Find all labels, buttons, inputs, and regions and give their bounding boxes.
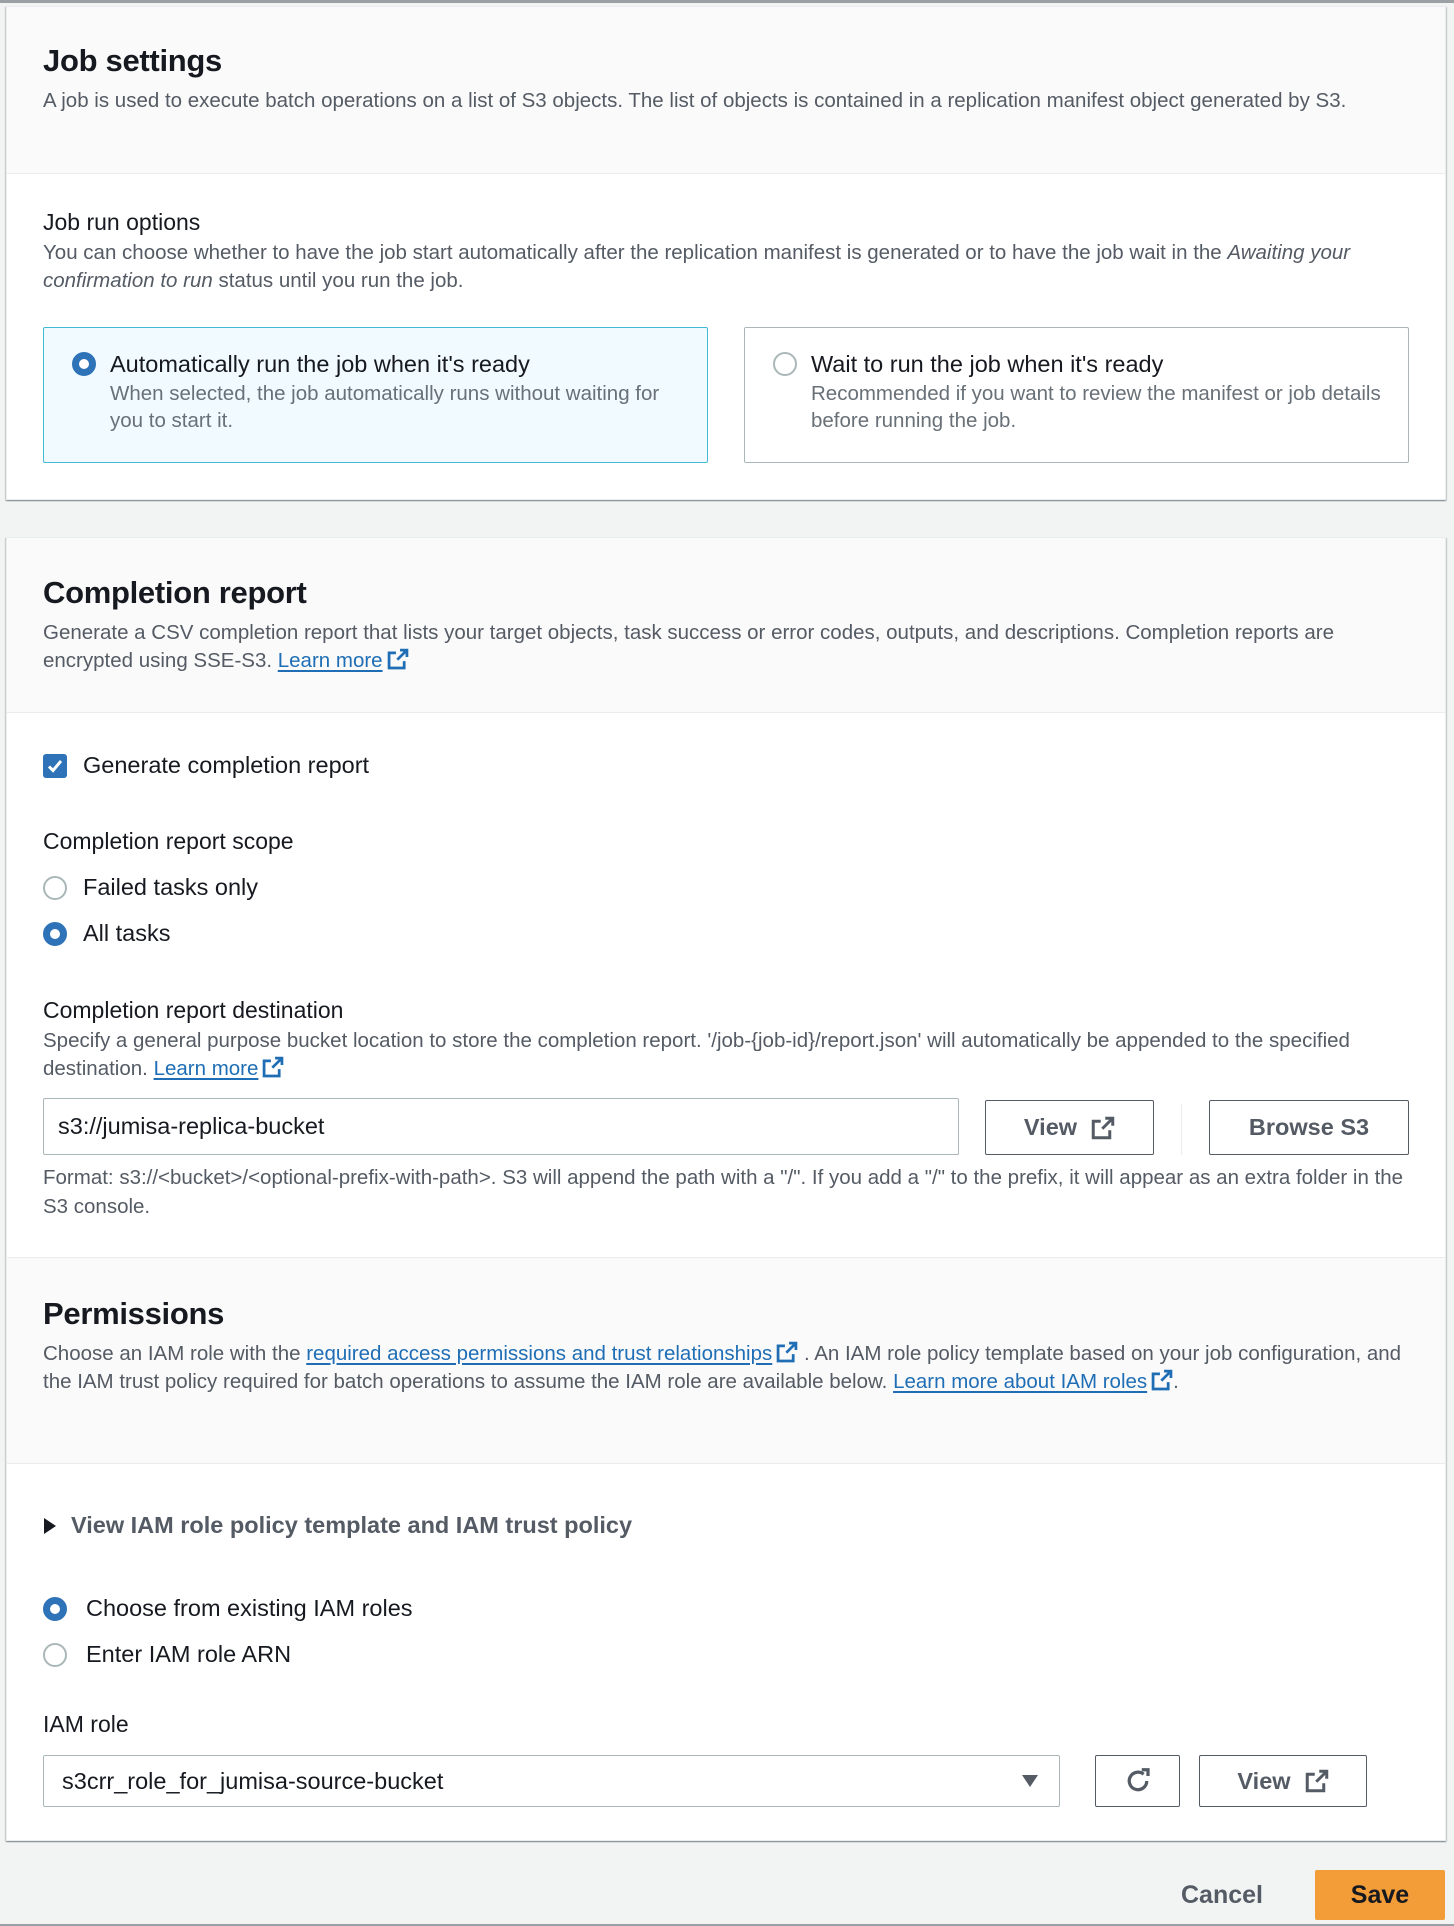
role-existing-label: Choose from existing IAM roles (86, 1595, 413, 1621)
caret-down-icon (1022, 1775, 1038, 1787)
job-run-options: Job run options You can choose whether t… (7, 205, 1445, 295)
run-option-wait-description: Recommended if you want to review the ma… (811, 382, 1381, 432)
destination-field: Completion report destination Specify a … (43, 993, 1413, 1083)
job-run-options-description: You can choose whether to have the job s… (43, 241, 1351, 292)
run-option-auto-label: Automatically run the job when it's read… (110, 351, 530, 377)
external-link-icon (776, 1341, 798, 1363)
run-option-wait-tile[interactable]: Wait to run the job when it's ready Reco… (744, 327, 1409, 463)
cancel-button[interactable]: Cancel (1162, 1870, 1282, 1920)
generate-report-checkbox[interactable] (43, 753, 67, 778)
destination-input[interactable]: s3://jumisa-replica-bucket (43, 1098, 959, 1155)
permissions-description: Choose an IAM role with the required acc… (43, 1341, 1402, 1393)
iam-policy-expander[interactable]: View IAM role policy template and IAM tr… (43, 1512, 632, 1539)
save-button[interactable]: Save (1315, 1870, 1445, 1920)
external-link-icon (1091, 1116, 1115, 1139)
job-run-options-label: Job run options (43, 209, 201, 235)
browse-s3-button[interactable]: Browse S3 (1209, 1100, 1409, 1155)
destination-view-button[interactable]: View (985, 1100, 1154, 1155)
destination-description: Specify a general purpose bucket locatio… (43, 1029, 1350, 1080)
radio-unselected[interactable] (43, 875, 67, 900)
run-option-auto-description: When selected, the job automatically run… (110, 382, 660, 432)
iam-role-label: IAM role (43, 1711, 129, 1737)
destination-learn-more-link[interactable]: Learn more (154, 1057, 259, 1080)
run-option-wait-label: Wait to run the job when it's ready (811, 351, 1164, 377)
radio-selected[interactable] (72, 352, 96, 376)
job-settings-title: Job settings (43, 43, 222, 78)
external-link-icon (1305, 1769, 1328, 1793)
checkmark-icon (47, 759, 63, 773)
iam-role-view-button[interactable]: View (1199, 1755, 1367, 1807)
learn-more-iam-roles-link[interactable]: Learn more about IAM roles (893, 1370, 1147, 1393)
external-link-icon (387, 648, 408, 670)
destination-hint: Format: s3://<bucket>/<optional-prefix-w… (43, 1166, 1404, 1218)
scope-failed-label: Failed tasks only (83, 874, 259, 900)
permissions-header: Permissions Choose an IAM role with the … (7, 1257, 1445, 1464)
completion-report-description: Generate a CSV completion report that li… (43, 621, 1334, 672)
completion-report-header: Completion report Generate a CSV complet… (7, 538, 1445, 713)
button-divider (1181, 1104, 1182, 1155)
radio-unselected[interactable] (773, 352, 797, 376)
refresh-roles-button[interactable] (1095, 1755, 1180, 1807)
external-link-icon (1151, 1369, 1173, 1391)
radio-selected[interactable] (43, 921, 67, 946)
permissions-title: Permissions (43, 1296, 225, 1331)
top-border (0, 0, 1454, 3)
job-settings-panel: Job settings A job is used to execute ba… (6, 6, 1446, 500)
generate-report-checkbox-row[interactable]: Generate completion report (43, 752, 369, 779)
scope-all-row[interactable]: All tasks (43, 920, 171, 947)
destination-label: Completion report destination (43, 997, 344, 1023)
radio-unselected[interactable] (43, 1642, 67, 1667)
iam-role-value: s3crr_role_for_jumisa-source-bucket (62, 1767, 444, 1794)
required-permissions-link[interactable]: required access permissions and trust re… (306, 1342, 772, 1365)
scope-failed-row[interactable]: Failed tasks only (43, 874, 258, 901)
job-settings-description: A job is used to execute batch operation… (43, 89, 1347, 112)
generate-report-label: Generate completion report (83, 752, 370, 778)
role-existing-row[interactable]: Choose from existing IAM roles (43, 1595, 413, 1622)
caret-right-icon (44, 1517, 56, 1534)
role-arn-label: Enter IAM role ARN (86, 1641, 292, 1667)
scope-label: Completion report scope (43, 828, 294, 854)
run-option-auto-tile[interactable]: Automatically run the job when it's read… (43, 327, 708, 463)
iam-policy-expander-label: View IAM role policy template and IAM tr… (71, 1512, 633, 1538)
job-settings-header: Job settings A job is used to execute ba… (7, 7, 1445, 174)
external-link-icon (263, 1056, 284, 1078)
role-arn-row[interactable]: Enter IAM role ARN (43, 1641, 291, 1668)
completion-report-panel: Completion report Generate a CSV complet… (6, 537, 1446, 1841)
iam-role-select[interactable]: s3crr_role_for_jumisa-source-bucket (43, 1755, 1060, 1807)
refresh-icon (1127, 1768, 1150, 1792)
scope-all-label: All tasks (83, 920, 171, 946)
learn-more-link[interactable]: Learn more (278, 649, 383, 672)
radio-selected[interactable] (43, 1596, 67, 1621)
completion-report-title: Completion report (43, 575, 307, 610)
